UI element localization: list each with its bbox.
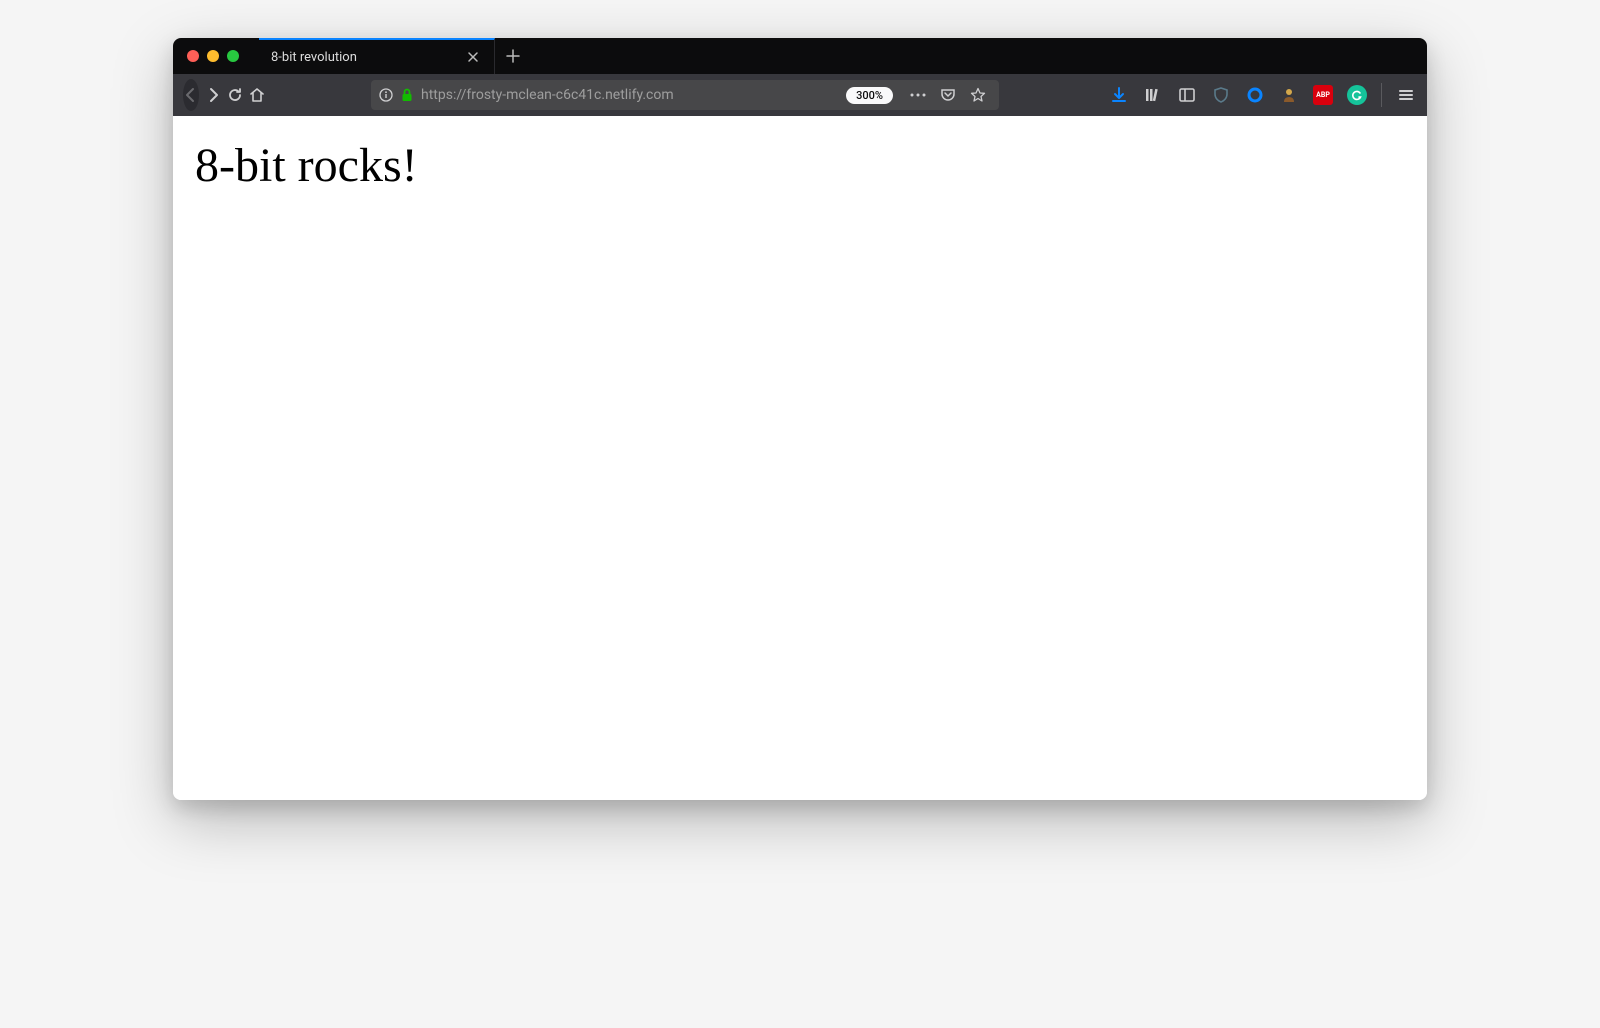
traffic-lights (173, 50, 259, 62)
extension-icon[interactable] (1275, 81, 1303, 109)
forward-button[interactable] (205, 80, 221, 110)
circle-extension-icon[interactable] (1241, 81, 1269, 109)
abp-extension-icon[interactable]: ABP (1309, 81, 1337, 109)
tab-active[interactable]: 8-bit revolution (259, 38, 495, 74)
page-actions-icon[interactable] (905, 82, 931, 108)
close-icon[interactable] (464, 48, 482, 66)
grammarly-extension-icon[interactable] (1343, 81, 1371, 109)
window-close-button[interactable] (187, 50, 199, 62)
downloads-button[interactable] (1105, 81, 1133, 109)
url-text: https://frosty-mclean-c6c41c.netlify.com (421, 87, 838, 103)
nav-toolbar: https://frosty-mclean-c6c41c.netlify.com… (173, 74, 1427, 116)
home-button[interactable] (249, 80, 265, 110)
shield-icon[interactable] (1207, 81, 1235, 109)
bookmark-star-icon[interactable] (965, 82, 991, 108)
browser-window: 8-bit revolution (173, 38, 1427, 800)
menu-button[interactable] (1392, 81, 1420, 109)
library-button[interactable] (1139, 81, 1167, 109)
sidebar-button[interactable] (1173, 81, 1201, 109)
address-bar-container: https://frosty-mclean-c6c41c.netlify.com… (271, 80, 1099, 110)
address-bar[interactable]: https://frosty-mclean-c6c41c.netlify.com… (371, 80, 999, 110)
toolbar-right: ABP (1105, 81, 1420, 109)
window-maximize-button[interactable] (227, 50, 239, 62)
zoom-level-badge[interactable]: 300% (846, 87, 893, 104)
url-host: frosty-mclean-c6c41c.netlify.com (466, 87, 673, 103)
tab-title: 8-bit revolution (271, 50, 464, 65)
url-protocol: https:// (421, 87, 466, 103)
info-icon[interactable] (379, 88, 393, 102)
page-heading: 8-bit rocks! (195, 138, 1405, 193)
lock-icon[interactable] (401, 88, 413, 102)
address-actions (905, 82, 995, 108)
reload-button[interactable] (227, 80, 243, 110)
back-button[interactable] (183, 79, 199, 111)
new-tab-button[interactable] (495, 38, 531, 74)
tab-bar: 8-bit revolution (173, 38, 1427, 74)
toolbar-divider (1381, 83, 1382, 107)
pocket-icon[interactable] (935, 82, 961, 108)
page-viewport: 8-bit rocks! (173, 116, 1427, 800)
window-minimize-button[interactable] (207, 50, 219, 62)
